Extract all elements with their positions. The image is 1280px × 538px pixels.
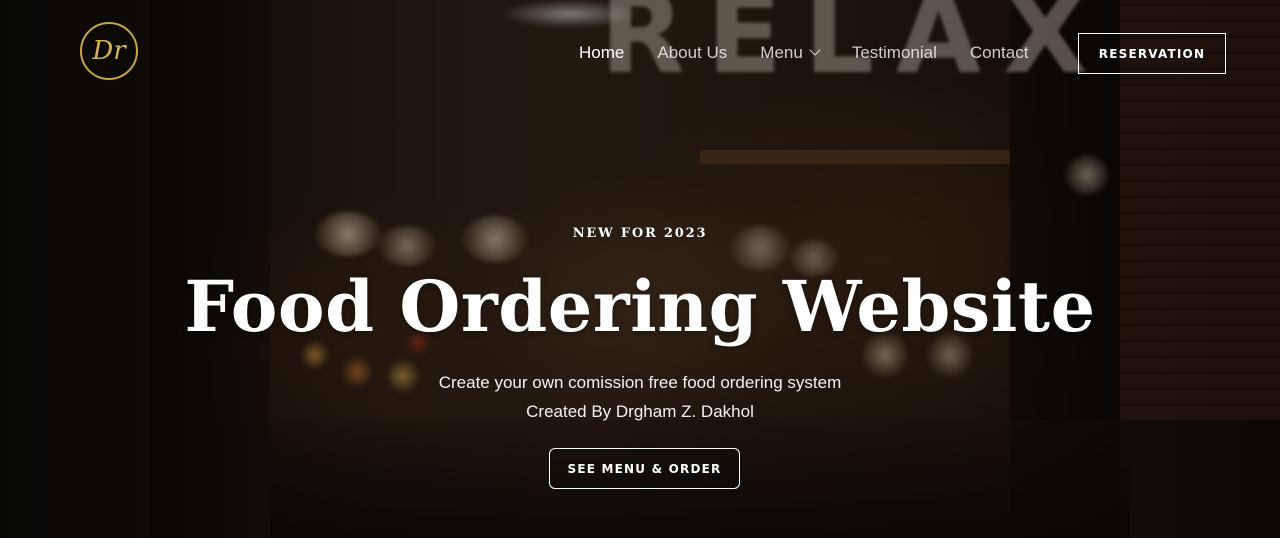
cta-button-label: SEE MENU & ORDER bbox=[567, 461, 722, 476]
nav-item-about-us[interactable]: About Us bbox=[657, 43, 727, 63]
reservation-button-label: RESERVATION bbox=[1098, 46, 1206, 61]
hero-eyebrow: NEW FOR 2023 bbox=[572, 226, 708, 241]
logo[interactable]: Dr bbox=[80, 22, 138, 80]
reservation-button[interactable]: RESERVATION bbox=[1078, 33, 1226, 74]
nav-item-menu[interactable]: Menu bbox=[760, 43, 821, 63]
nav-item-home[interactable]: Home bbox=[579, 43, 624, 63]
hero-credit: Created By Drgham Z. Dakhol bbox=[526, 402, 754, 421]
nav-item-label: Menu bbox=[760, 43, 803, 62]
hero-title: Food Ordering Website bbox=[184, 265, 1096, 348]
nav-item-label: Home bbox=[579, 43, 625, 62]
main-nav: Home About Us Menu Testimonial Contact bbox=[579, 43, 1061, 63]
background-bokeh-light bbox=[1065, 155, 1109, 195]
nav-item-label: About Us bbox=[657, 43, 728, 62]
nav-item-label: Testimonial bbox=[851, 43, 937, 62]
nav-item-contact[interactable]: Contact bbox=[970, 43, 1029, 63]
see-menu-order-button[interactable]: SEE MENU & ORDER bbox=[549, 448, 740, 489]
chevron-down-icon bbox=[809, 44, 821, 56]
hero-subtitle: Create your own comission free food orde… bbox=[438, 373, 842, 392]
background-shelf bbox=[700, 150, 1010, 164]
nav-item-testimonial[interactable]: Testimonial bbox=[852, 43, 937, 63]
hero-section: RELAX Dr Home About Us Menu Testimonial … bbox=[0, 0, 1280, 538]
nav-item-label: Contact bbox=[969, 43, 1029, 62]
logo-text: Dr bbox=[92, 36, 126, 66]
